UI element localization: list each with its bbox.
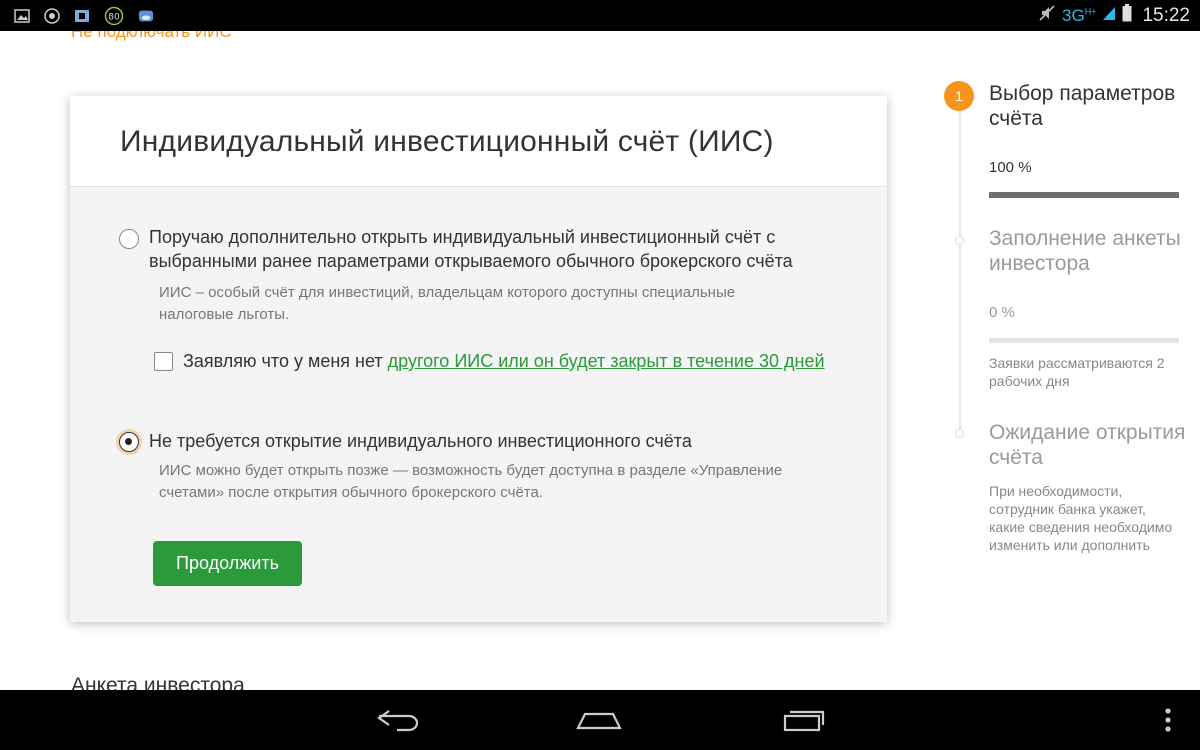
weather-icon (138, 8, 154, 24)
iis-card: Индивидуальный инвестиционный счёт (ИИС)… (70, 96, 887, 622)
investor-profile-heading: Анкета инвестора (71, 674, 245, 690)
step-1-title: Выбор параметров счёта (989, 82, 1176, 130)
menu-icon[interactable] (1144, 704, 1192, 736)
step-2-title: Заполнение анкеты инвестора (989, 227, 1181, 275)
skip-iis-link[interactable]: Не подключать ИИС (71, 31, 232, 42)
clock: 15:22 (1142, 4, 1190, 26)
confirm-checkbox[interactable] (154, 352, 173, 371)
radio-no-iis[interactable] (119, 432, 139, 452)
back-icon[interactable] (373, 704, 421, 736)
progress-steps: 1 Выбор параметров счёта 100 % Заполнени… (940, 31, 1200, 690)
step-3-note: При необходимости, сотрудник банка укаже… (989, 483, 1173, 553)
step-2-percent: 0 % (989, 304, 1015, 321)
step-3-dot (955, 429, 964, 438)
home-icon[interactable] (575, 704, 623, 736)
step-1-percent: 100 % (989, 159, 1032, 176)
mute-icon (1038, 4, 1056, 28)
confirm-text: Заявляю что у меня нет (183, 351, 388, 371)
signal-icon (1102, 5, 1116, 27)
battery-80-icon: 80 (104, 6, 124, 25)
network-indicator: 3GH+ (1062, 5, 1097, 25)
step-2-progress-bar (989, 338, 1179, 343)
card-title: Индивидуальный инвестиционный счёт (ИИС) (120, 125, 774, 158)
app-icon (74, 8, 90, 24)
page-content: Не подключать ИИС Индивидуальный инвести… (0, 31, 1200, 690)
svg-text:80: 80 (108, 12, 120, 22)
navigation-bar (0, 690, 1200, 750)
status-bar: 80 3GH+ 15:22 (0, 0, 1200, 31)
step-1-progress-bar (989, 192, 1179, 198)
step-2-dot (955, 236, 964, 245)
other-iis-link[interactable]: другого ИИС или он будет закрыт в течени… (388, 351, 825, 371)
step-2-note: Заявки рассматриваются 2 рабочих дня (989, 355, 1165, 389)
option-no-iis-hint: ИИС можно будет открыть позже — возможно… (159, 462, 783, 501)
step-1-number: 1 (944, 81, 974, 111)
option-no-iis-label[interactable]: Не требуется открытие индивидуального ин… (149, 429, 849, 453)
step-3-title: Ожидание открытия счёта (989, 421, 1186, 469)
radio-open-iis[interactable] (119, 229, 139, 249)
confirm-checkbox-label[interactable]: Заявляю что у меня нет другого ИИС или о… (183, 349, 833, 373)
gallery-icon (14, 8, 30, 24)
option-open-iis-hint: ИИС – особый счёт для инвестиций, владел… (159, 284, 736, 323)
steps-line (959, 111, 961, 431)
battery-icon (1122, 3, 1132, 28)
card-header: Индивидуальный инвестиционный счёт (ИИС) (70, 96, 887, 187)
step-1-progress-fill (989, 192, 1179, 198)
option-open-iis-label[interactable]: Поручаю дополнительно открыть индивидуал… (149, 225, 849, 273)
recents-icon[interactable] (779, 704, 827, 736)
continue-button[interactable]: Продолжить (153, 541, 302, 586)
chrome-icon (44, 7, 60, 24)
